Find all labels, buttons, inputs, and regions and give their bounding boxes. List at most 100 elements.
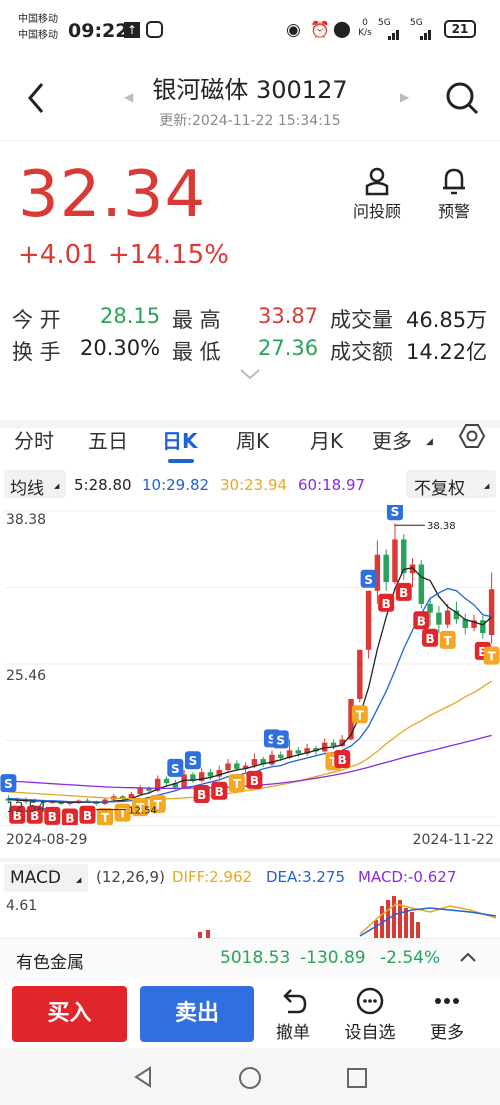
watchlist-icon [338,986,402,1018]
tab-five-day[interactable]: 五日 [88,425,128,454]
signal-marker-label: T [119,807,128,821]
signal-marker-label: B [417,614,426,628]
tab-weekly-k[interactable]: 周K [236,425,269,454]
ma-selector[interactable]: 均线 ◢ [4,470,66,499]
date-end: 2024-11-22 [412,832,494,848]
tab-intraday[interactable]: 分时 [14,425,54,454]
signal-marker-label: B [382,597,391,611]
sector-change: -130.89 [300,948,366,968]
volume-value: 46.85万 [406,308,488,332]
turnover-value: 20.30% [80,336,161,360]
candlestick-chart[interactable]: SB B B B B T T T TSSB BT BS ST BTSBSBBB TB T38.3812.54 [0,505,500,825]
macd-selector[interactable]: MACD ◢ [4,864,88,892]
amount-label: 成交额 [330,340,393,364]
more-caret-icon: ◢ [426,437,433,447]
adjust-label: 不复权 [414,479,465,499]
y-label-top: 38.38 [6,512,47,528]
signal-marker-label: B [83,809,92,823]
signal-marker-label: B [48,810,57,824]
divider [0,858,500,862]
signal-marker-label: S [276,733,285,747]
app-icon [146,21,163,38]
add-watchlist-label: 设自选 [344,1023,396,1043]
signal-marker-label: S [189,754,198,768]
signal-marker-label: T [233,777,242,791]
buy-button[interactable]: 买入 [12,986,127,1042]
tab-monthly-k[interactable]: 月K [310,425,343,454]
macd-chart [198,896,497,938]
low-value: 27.36 [258,336,319,360]
sell-button[interactable]: 卖出 [140,986,254,1042]
signal-marker-label: T [356,708,365,722]
more-button[interactable]: 更多 [422,986,472,1043]
candle [436,612,442,625]
macd-diff: DIFF:2.962 [172,868,253,886]
tab-daily-k[interactable]: 日K [162,425,198,454]
update-time: 更新:2024-11-22 15:34:15 [159,113,341,129]
sector-bar[interactable]: 有色金属 5018.53 -130.89 -2.54% [0,938,500,977]
signal-marker-label: B [65,812,74,825]
signal-marker-label: S [171,762,180,776]
alert-button[interactable]: 预警 [428,166,480,222]
candle [401,539,407,574]
signal-icon [378,28,402,40]
sector-pct: -2.54% [380,948,441,968]
turnover-label: 换 手 [12,340,61,364]
candle [444,610,451,625]
net-speed: 0 K/s [358,18,372,38]
nav-recents-icon[interactable] [346,1067,368,1093]
more-dots-icon [422,986,472,1018]
system-nav-bar [0,1048,500,1105]
date-axis: 2024-08-29 2024-11-22 [0,825,500,856]
date-start: 2024-08-29 [6,832,88,848]
y-label-mid: 25.46 [6,668,47,684]
candle [225,763,231,771]
sig1-label: 5G [378,18,391,28]
active-tab-indicator [168,459,194,463]
sig2-label: 5G [410,18,423,28]
ma5-value: 5:28.80 [74,476,132,494]
adjust-selector[interactable]: 不复权 ◢ [406,470,496,499]
search-icon[interactable] [444,80,480,116]
upload-icon: ↑ [124,22,140,38]
ma60-value: 60:18.97 [298,476,366,494]
candle [251,759,258,766]
advisor-button[interactable]: 问投顾 [350,166,404,222]
signal-icon-2 [410,28,434,40]
high-label: 最 高 [172,308,221,332]
signal-marker-label: B [399,586,408,600]
open-value: 28.15 [100,304,161,328]
candle [234,763,240,769]
ma10-value: 10:29.82 [142,476,210,494]
candle [480,620,486,634]
candle [207,772,214,777]
ma-caret-icon: ◢ [54,482,60,490]
sector-value: 5018.53 [220,948,291,968]
advisor-icon [350,166,404,198]
undo-icon [268,986,318,1018]
expand-chevron-icon[interactable] [238,366,262,385]
carrier-2: 中国移动 [18,30,58,41]
advisor-label: 问投顾 [352,202,401,221]
battery-icon: 21 [444,20,476,38]
alert-label: 预警 [437,202,470,221]
cancel-order-button[interactable]: 撤单 [268,986,318,1043]
macd-params: (12,26,9) [96,868,165,886]
max-price-label: 38.38 [427,521,456,532]
signal-marker-label: B [426,632,435,646]
adjust-caret-icon: ◢ [484,482,490,490]
amount-value: 14.22亿 [406,340,488,364]
high-value: 33.87 [258,304,319,328]
nav-home-icon[interactable] [238,1066,262,1094]
signal-marker-label: S [391,505,400,519]
signal-marker-label: S [364,573,373,587]
nav-back-icon[interactable] [132,1066,154,1092]
tab-more[interactable]: 更多 [372,425,412,454]
add-watchlist-button[interactable]: 设自选 [338,986,402,1043]
volume-label: 成交量 [330,308,393,332]
alarm-icon: ⏰ [310,20,330,39]
cancel-order-label: 撤单 [276,1023,310,1043]
more-label: 更多 [430,1023,464,1043]
chart-settings-icon[interactable] [458,422,486,454]
macd-value: MACD:-0.627 [358,868,457,886]
